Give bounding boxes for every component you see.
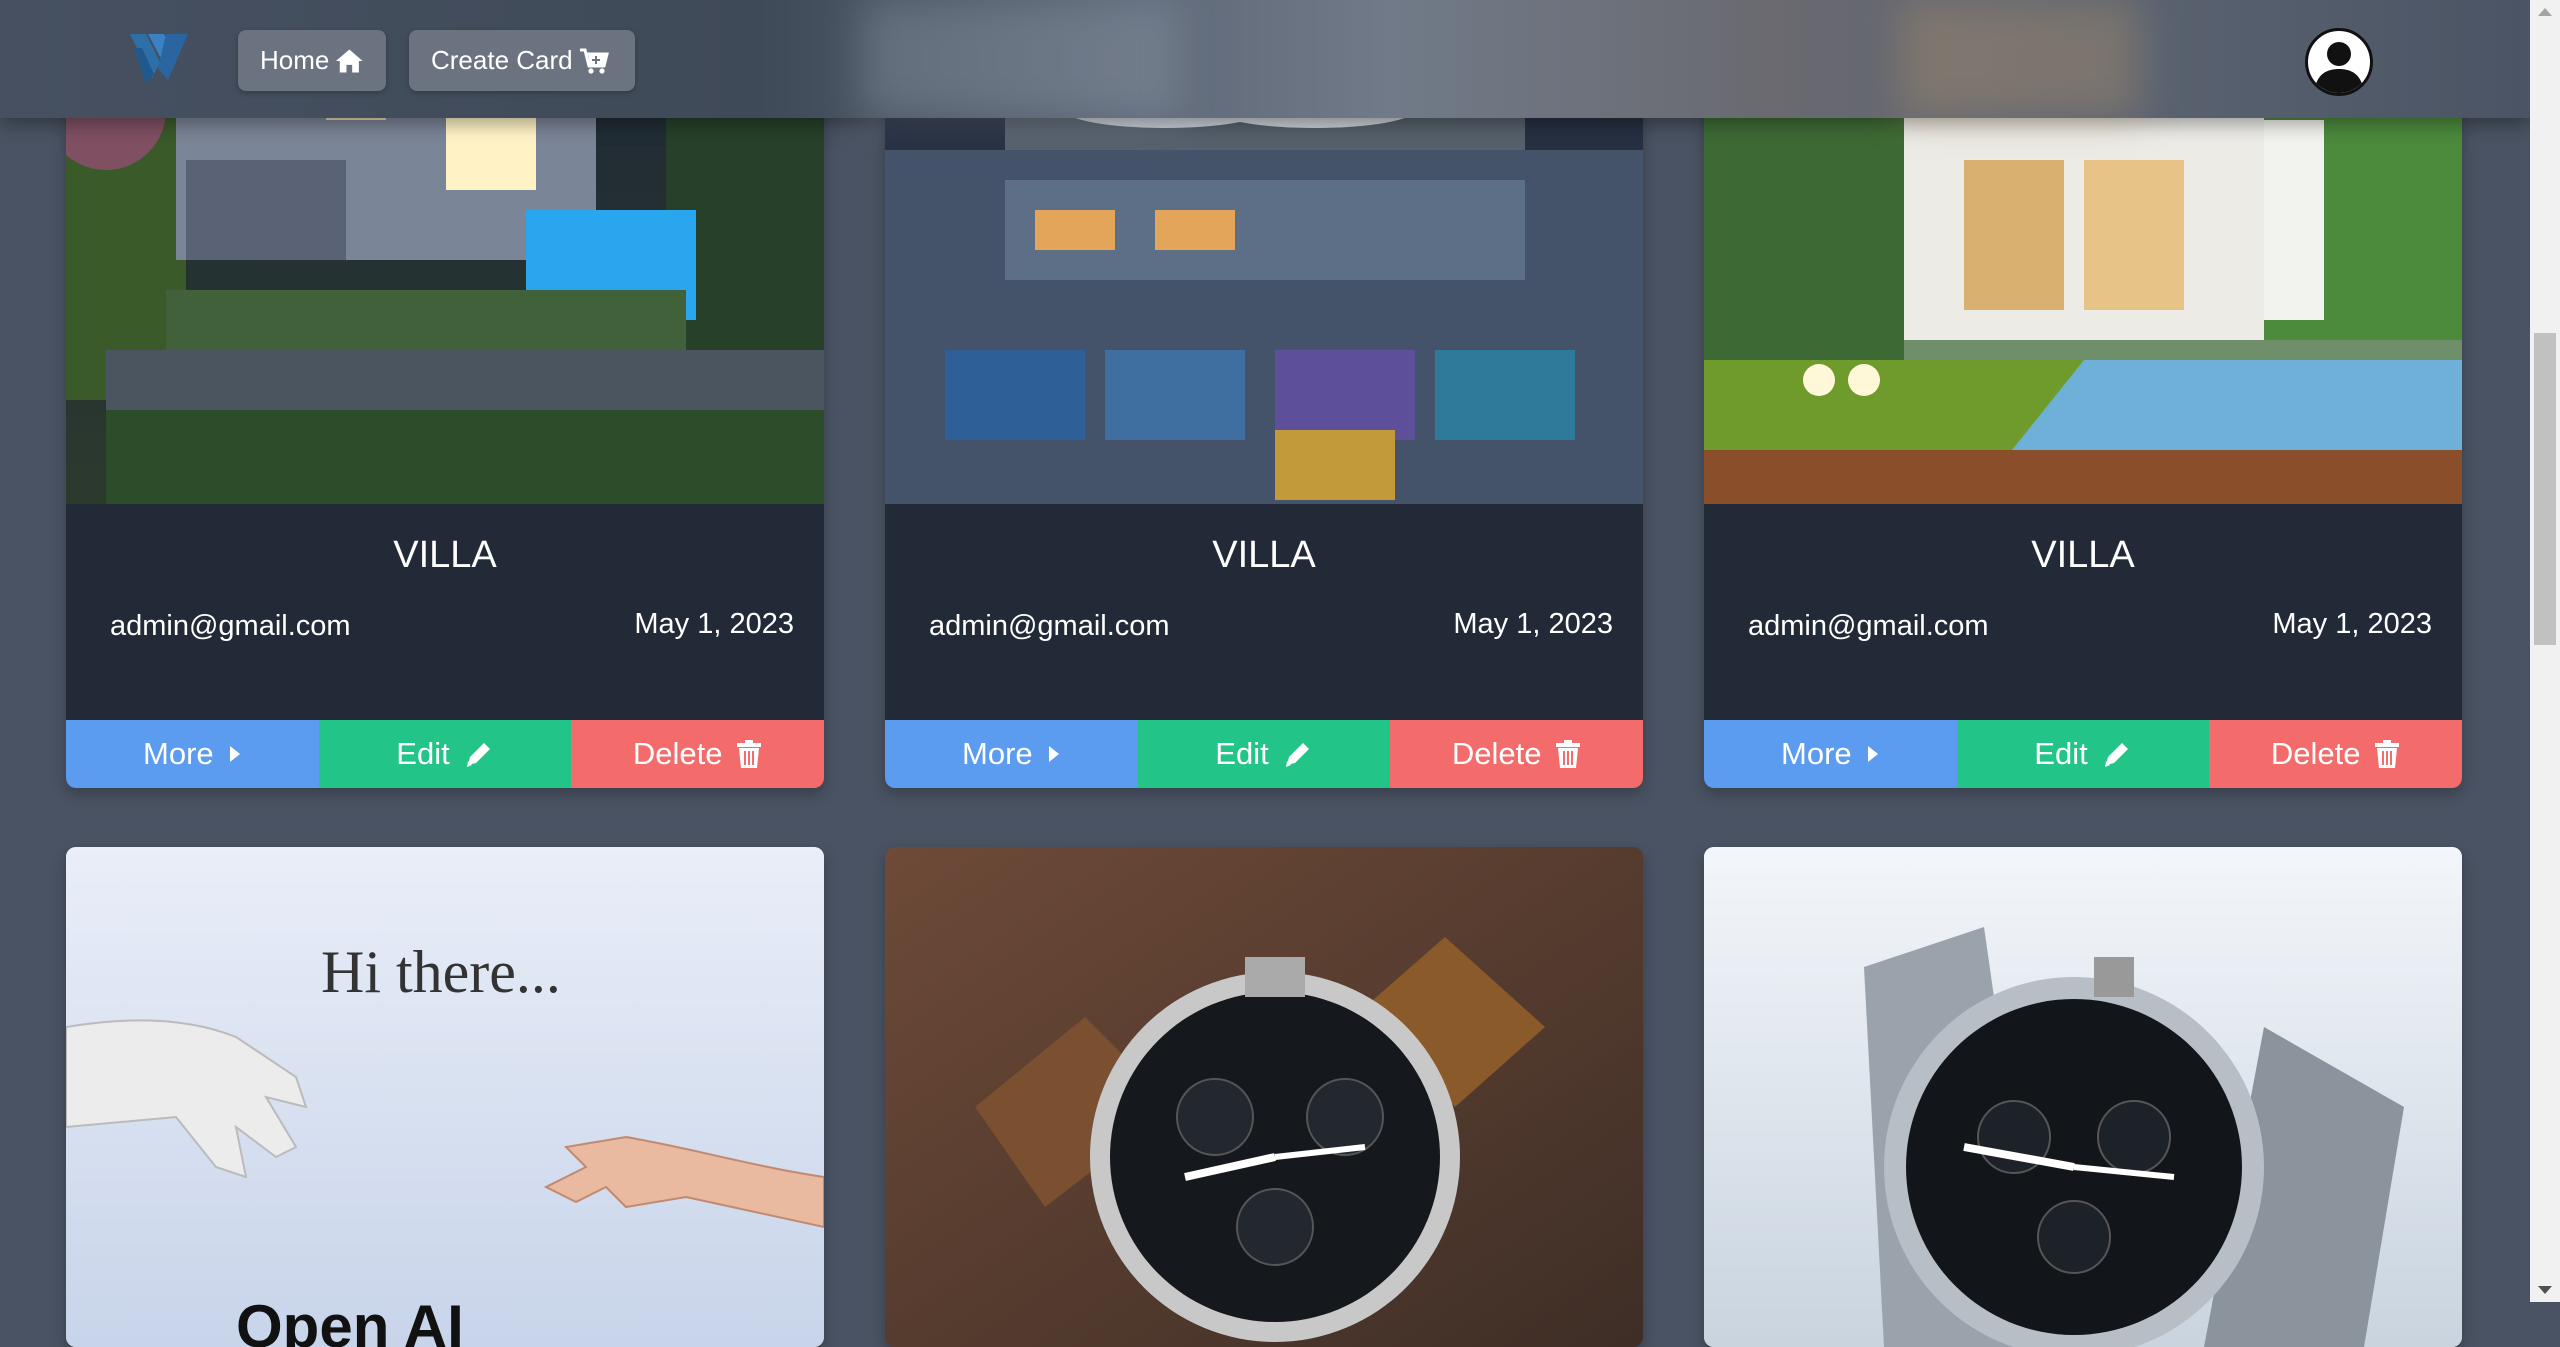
trash-icon (2375, 740, 2400, 768)
delete-button-label: Delete (2270, 736, 2361, 771)
card-date: May 1, 2023 (634, 608, 794, 640)
card-image-ai-handshake: Hi there... Open AI (66, 847, 824, 1347)
home-nav-label: Home (260, 45, 330, 75)
card-title: VILLA (393, 534, 497, 576)
user-icon (2314, 42, 2364, 93)
card-title: VILLA (2031, 534, 2135, 576)
edit-button[interactable]: Edit (1956, 720, 2210, 788)
delete-button[interactable]: Delete (571, 720, 824, 788)
edit-button[interactable]: Edit (318, 720, 572, 788)
scroll-down-arrow-icon[interactable] (2538, 1286, 2552, 1294)
more-button-label: More (143, 736, 214, 771)
card-actions: More Edit Delete (885, 720, 1643, 788)
top-navbar: Home Create Card (0, 0, 2530, 118)
card (1704, 847, 2462, 1347)
more-button-label: More (1781, 736, 1852, 771)
edit-button-label: Edit (1215, 736, 1269, 771)
card: VILLA admin@gmail.com May 1, 2023 More E… (66, 0, 824, 788)
pencil-icon (2104, 743, 2128, 767)
more-button[interactable]: More (1704, 720, 1957, 788)
card: VILLA admin@gmail.com May 1, 2023 More E… (1704, 0, 2462, 788)
cart-icon (579, 48, 609, 74)
trash-icon (1556, 740, 1581, 768)
page-scrollbar[interactable] (2530, 0, 2560, 1302)
delete-button-label: Delete (1451, 736, 1542, 771)
card-owner-email: admin@gmail.com (110, 610, 351, 642)
ai-image-caption: Open AI (236, 1293, 464, 1347)
more-button[interactable]: More (885, 720, 1138, 788)
card-title: VILLA (1212, 534, 1316, 576)
card-actions: More Edit Delete (66, 720, 824, 788)
card: Hi there... Open AI (66, 847, 824, 1347)
scrollbar-thumb[interactable] (2534, 333, 2556, 645)
logo-icon[interactable] (124, 28, 194, 90)
card-image-watch-leather (885, 847, 1643, 1347)
caret-right-icon (229, 746, 240, 762)
create-card-nav-label: Create Card (431, 45, 573, 75)
caret-right-icon (1867, 746, 1878, 762)
edit-button-label: Edit (396, 736, 450, 771)
home-icon (336, 49, 364, 72)
edit-button-label: Edit (2034, 736, 2088, 771)
more-button-label: More (962, 736, 1033, 771)
delete-button-label: Delete (632, 736, 723, 771)
navbar-backdrop-blur (860, 0, 1180, 118)
navbar-backdrop-blur (1900, 0, 2140, 118)
delete-button[interactable]: Delete (2209, 720, 2462, 788)
card-actions: More Edit Delete (1704, 720, 2462, 788)
card: VILLA admin@gmail.com May 1, 2023 More E… (885, 0, 1643, 788)
card-date: May 1, 2023 (1453, 608, 1613, 640)
delete-button[interactable]: Delete (1390, 720, 1643, 788)
more-button[interactable]: More (66, 720, 319, 788)
user-avatar[interactable] (2305, 28, 2373, 96)
caret-right-icon (1048, 746, 1059, 762)
pencil-icon (1285, 743, 1309, 767)
card-date: May 1, 2023 (2272, 608, 2432, 640)
card (885, 847, 1643, 1347)
ai-image-greeting: Hi there... (321, 939, 561, 1005)
home-nav-button[interactable]: Home (238, 30, 386, 91)
card-owner-email: admin@gmail.com (929, 610, 1170, 642)
scroll-up-arrow-icon[interactable] (2538, 8, 2552, 16)
card-image-watch-steel (1704, 847, 2462, 1347)
create-card-nav-button[interactable]: Create Card (409, 30, 635, 91)
trash-icon (737, 740, 762, 768)
edit-button[interactable]: Edit (1137, 720, 1391, 788)
card-owner-email: admin@gmail.com (1748, 610, 1989, 642)
pencil-icon (466, 743, 490, 767)
